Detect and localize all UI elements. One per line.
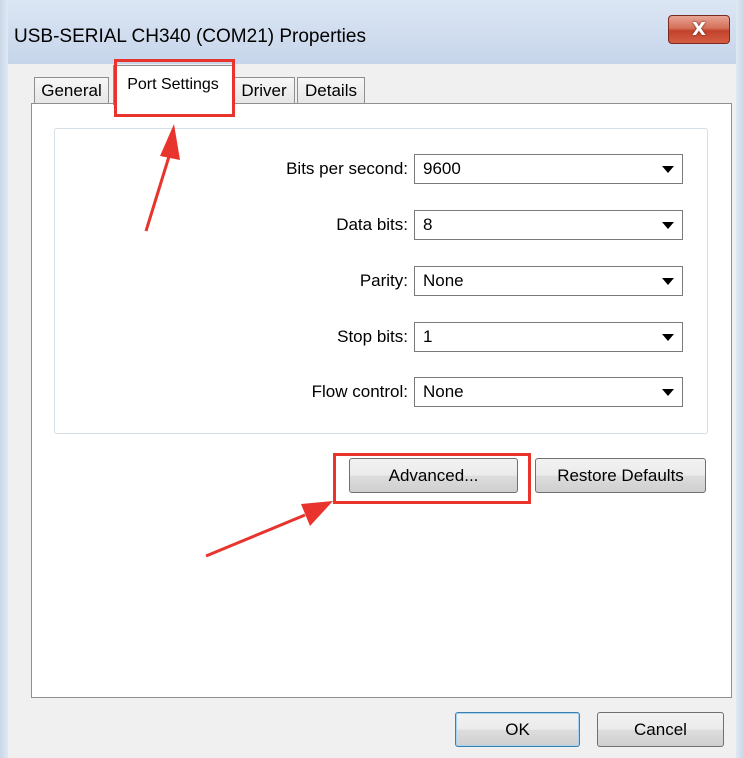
properties-dialog: USB-SERIAL CH340 (COM21) Properties X Ge… (0, 0, 744, 758)
annotation-arrows (144, 124, 333, 558)
arrow-to-advanced-icon (205, 501, 333, 558)
arrow-to-port-settings-icon (144, 124, 180, 232)
